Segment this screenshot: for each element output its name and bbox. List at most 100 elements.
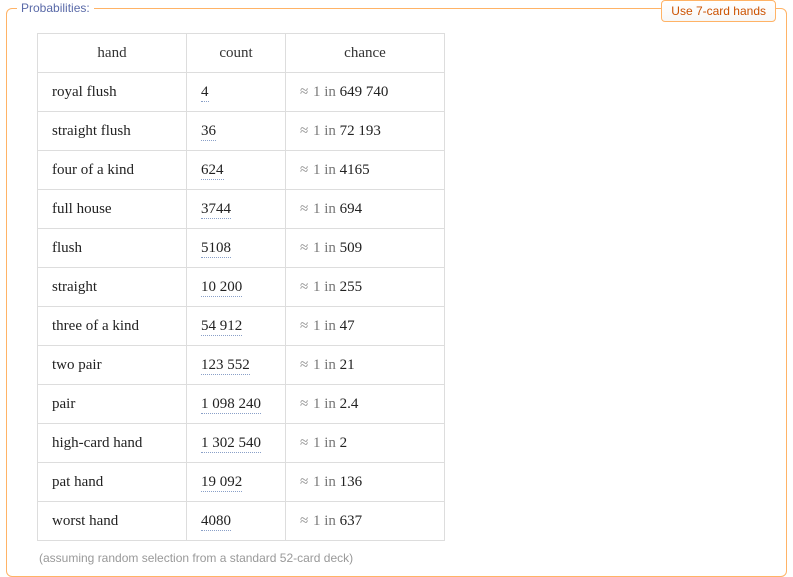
cell-chance: ≈ 1 in 4165 [286,151,445,190]
cell-hand: flush [38,229,187,268]
cell-count: 1 302 540 [187,424,286,463]
approx-symbol: ≈ [300,123,309,139]
cell-count: 1 098 240 [187,385,286,424]
cell-count: 4 [187,73,286,112]
chance-value: 21 [340,357,355,373]
cell-hand: full house [38,190,187,229]
count-value[interactable]: 4 [201,84,209,102]
cell-hand: straight flush [38,112,187,151]
cell-hand: worst hand [38,502,187,541]
cell-count: 19 092 [187,463,286,502]
cell-count: 624 [187,151,286,190]
cell-chance: ≈ 1 in 509 [286,229,445,268]
one-in-label: 1 in [313,201,336,217]
approx-symbol: ≈ [300,513,309,529]
count-value[interactable]: 36 [201,123,216,141]
cell-chance: ≈ 1 in 637 [286,502,445,541]
cell-hand: royal flush [38,73,187,112]
cell-hand: three of a kind [38,307,187,346]
one-in-label: 1 in [313,123,336,139]
col-header-count: count [187,34,286,73]
chance-value: 509 [340,240,363,256]
table-header-row: hand count chance [38,34,445,73]
one-in-label: 1 in [313,84,336,100]
one-in-label: 1 in [313,357,336,373]
chance-value: 694 [340,201,363,217]
count-value[interactable]: 5108 [201,240,231,258]
table-row: two pair 123 552 ≈ 1 in 21 [38,346,445,385]
count-value[interactable]: 54 912 [201,318,242,336]
col-header-hand: hand [38,34,187,73]
approx-symbol: ≈ [300,435,309,451]
table-row: straight 10 200 ≈ 1 in 255 [38,268,445,307]
count-value[interactable]: 123 552 [201,357,250,375]
cell-hand: straight [38,268,187,307]
cell-count: 54 912 [187,307,286,346]
chance-value: 136 [340,474,363,490]
approx-symbol: ≈ [300,240,309,256]
cell-chance: ≈ 1 in 2 [286,424,445,463]
table-row: high-card hand 1 302 540 ≈ 1 in 2 [38,424,445,463]
table-row: royal flush4≈ 1 in 649 740 [38,73,445,112]
cell-chance: ≈ 1 in 21 [286,346,445,385]
table-row: worst hand 4080 ≈ 1 in 637 [38,502,445,541]
approx-symbol: ≈ [300,474,309,490]
chance-value: 72 193 [340,123,381,139]
cell-hand: pat hand [38,463,187,502]
chance-value: 2 [340,435,348,451]
cell-chance: ≈ 1 in 2.4 [286,385,445,424]
cell-hand: two pair [38,346,187,385]
chance-value: 255 [340,279,363,295]
cell-chance: ≈ 1 in 136 [286,463,445,502]
col-header-chance: chance [286,34,445,73]
footnote: (assuming random selection from a standa… [37,541,786,565]
chance-value: 47 [340,318,355,334]
cell-chance: ≈ 1 in 255 [286,268,445,307]
cell-count: 10 200 [187,268,286,307]
section-title: Probabilities: [17,1,94,15]
one-in-label: 1 in [313,318,336,334]
one-in-label: 1 in [313,474,336,490]
one-in-label: 1 in [313,240,336,256]
one-in-label: 1 in [313,396,336,412]
table-row: flush 5108 ≈ 1 in 509 [38,229,445,268]
use-7-card-hands-button[interactable]: Use 7-card hands [661,0,776,22]
table-row: pat hand 19 092 ≈ 1 in 136 [38,463,445,502]
approx-symbol: ≈ [300,396,309,412]
chance-value: 2.4 [340,396,359,412]
cell-hand: high-card hand [38,424,187,463]
chance-value: 637 [340,513,363,529]
probabilities-table: hand count chance royal flush 4 ≈ 1 in 649… [37,33,445,541]
approx-symbol: ≈ [300,279,309,295]
cell-count: 3744 [187,190,286,229]
count-value[interactable]: 19 092 [201,474,242,492]
cell-chance: ≈ 1 in 72 193 [286,112,445,151]
cell-count: 123 552 [187,346,286,385]
table-row: straight flush 36 ≈ 1 in 72 193 [38,112,445,151]
probabilities-panel: Probabilities: Use 7-card hands hand cou… [6,8,787,577]
count-value[interactable]: 4080 [201,513,231,531]
count-value[interactable]: 1 302 540 [201,435,261,453]
approx-symbol: ≈ [300,318,309,334]
approx-symbol: ≈ [300,162,309,178]
cell-count: 4080 [187,502,286,541]
count-value[interactable]: 1 098 240 [201,396,261,414]
one-in-label: 1 in [313,435,336,451]
count-value[interactable]: 624 [201,162,224,180]
cell-count: 5108 [187,229,286,268]
cell-hand: pair [38,385,187,424]
cell-chance: ≈ 1 in 694 [286,190,445,229]
chance-value: 4165 [340,162,370,178]
count-value[interactable]: 3744 [201,201,231,219]
panel-content: hand count chance royal flush 4 ≈ 1 in 649… [7,9,786,565]
table-row: pair 1 098 240 ≈ 1 in 2.4 [38,385,445,424]
approx-symbol: ≈ [300,357,309,373]
count-value[interactable]: 10 200 [201,279,242,297]
table-row: full house 3744 ≈ 1 in 694 [38,190,445,229]
one-in-label: 1 in [313,513,336,529]
cell-hand: four of a kind [38,151,187,190]
chance-value: 649 740 [340,84,389,100]
table-body: royal flush 4 ≈ 1 in 649 740 straight flush… [38,73,445,541]
one-in-label: 1 in [313,162,336,178]
approx-symbol: ≈ [300,201,309,217]
